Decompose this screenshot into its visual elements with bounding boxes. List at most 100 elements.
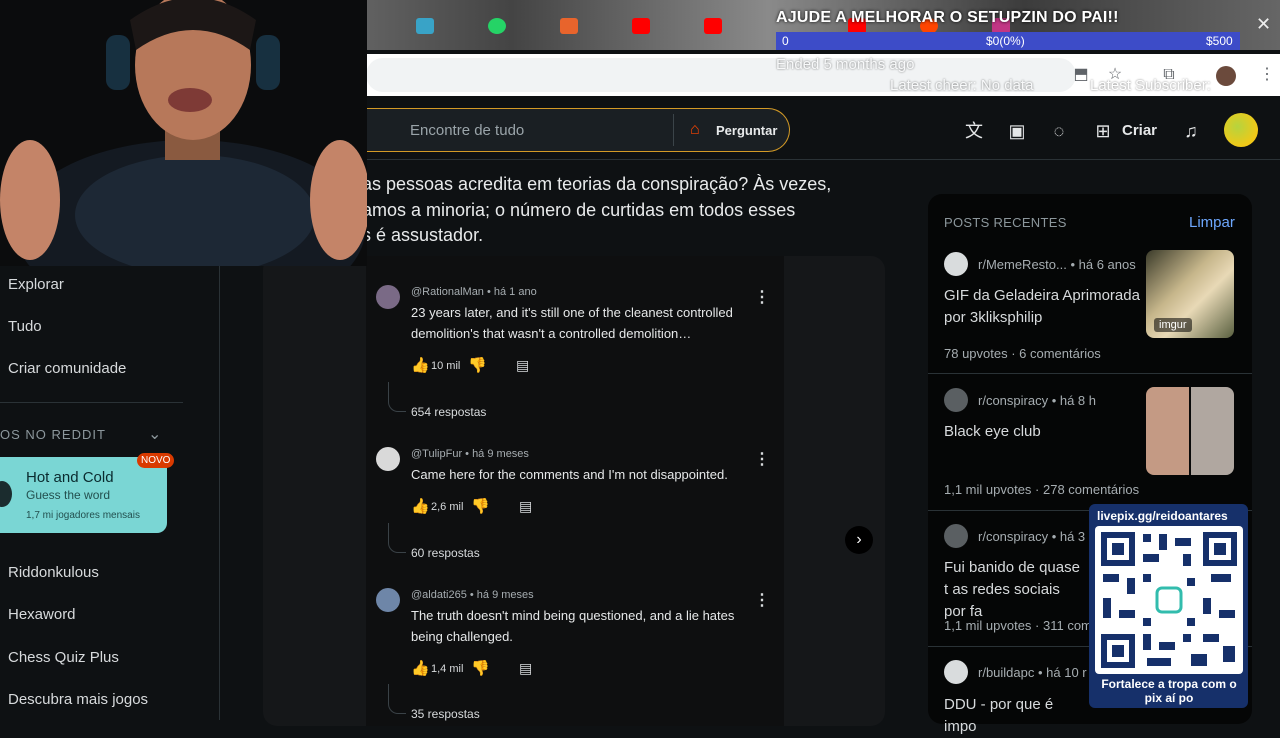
- comment-avatar: [376, 588, 400, 612]
- qr-code-graphic: [1101, 532, 1237, 668]
- comment-text: Came here for the comments and I'm not d…: [411, 467, 728, 482]
- whatsapp-icon[interactable]: [488, 18, 506, 34]
- ask-button[interactable]: Perguntar: [716, 123, 777, 138]
- thread-line: [388, 523, 406, 553]
- subreddit-avatar: [944, 660, 968, 684]
- youtube-icon[interactable]: [704, 18, 722, 34]
- featured-game-subtitle: Guess the word: [26, 488, 111, 502]
- thread-line: [388, 684, 406, 714]
- sidebar-item-tudo[interactable]: Tudo: [8, 318, 42, 335]
- recent-post-divider: [928, 373, 1252, 374]
- post-title-line: amos a minoria; o número de curtidas em …: [362, 199, 796, 220]
- next-slide-button[interactable]: ›: [845, 526, 873, 554]
- create-button[interactable]: Criar: [1122, 122, 1157, 139]
- featured-game-title: Hot and Cold: [26, 469, 114, 486]
- like-icon[interactable]: 👍: [411, 659, 430, 677]
- chevron-down-icon[interactable]: ⌄: [148, 424, 161, 444]
- latest-cheer-text: Latest cheer: No data: [890, 77, 1034, 94]
- comment-text: The truth doesn't mind being questioned,…: [411, 608, 735, 644]
- subreddit-avatar: [944, 388, 968, 412]
- recent-post-title[interactable]: DDU - por que é impo: [944, 694, 1084, 738]
- recent-post-title[interactable]: Black eye club: [944, 421, 1140, 443]
- games-section-title[interactable]: OS NO REDDIT: [0, 427, 106, 442]
- like-icon[interactable]: 👍: [411, 497, 430, 515]
- recent-post-thumbnail[interactable]: imgur: [1146, 250, 1234, 338]
- goal-progress-text: $0(0%): [986, 34, 1025, 48]
- search-placeholder: Encontre de tudo: [410, 122, 525, 139]
- recent-post-stats: 1,1 mil upvotes · 278 comentários: [944, 482, 1140, 497]
- replies-link[interactable]: 35 respostas: [411, 707, 480, 721]
- replies-link[interactable]: 654 respostas: [411, 405, 486, 419]
- goal-target: $500: [1206, 34, 1233, 48]
- sidebar-game-hexaword[interactable]: Hexaword: [8, 606, 76, 623]
- recent-post-subreddit[interactable]: r/conspiracy • há 3: [978, 529, 1085, 544]
- like-icon[interactable]: 👍: [411, 356, 430, 374]
- user-avatar[interactable]: [1224, 113, 1258, 147]
- recent-post-subreddit[interactable]: r/conspiracy • há 8 h: [978, 393, 1096, 408]
- ask-icon[interactable]: ⌂: [690, 121, 708, 139]
- comment-options-icon[interactable]: ⋮: [754, 590, 770, 610]
- comment-options-icon[interactable]: ⋮: [754, 449, 770, 469]
- sidebar-discover-games[interactable]: Descubra mais jogos: [8, 691, 148, 708]
- youtube-icon[interactable]: [632, 18, 650, 34]
- reply-icon[interactable]: ▤: [516, 357, 529, 374]
- dislike-icon[interactable]: 👎: [471, 497, 490, 515]
- reply-icon[interactable]: ▤: [519, 660, 532, 677]
- create-plus-icon[interactable]: ⊞: [1092, 120, 1114, 142]
- recent-post-stats: 78 upvotes · 6 comentários: [944, 346, 1101, 361]
- comment-text: 23 years later, and it's still one of th…: [411, 305, 733, 341]
- notifications-icon[interactable]: ♫: [1180, 120, 1202, 142]
- translate-icon[interactable]: 文: [963, 120, 985, 142]
- recent-post-stats: 1,1 mil upvotes · 311 com: [944, 618, 1092, 633]
- webcam-overlay: [0, 0, 367, 266]
- thread-line: [388, 382, 406, 412]
- chat-icon[interactable]: ◌: [1048, 120, 1070, 142]
- reply-icon[interactable]: ▤: [519, 498, 532, 515]
- profile-avatar[interactable]: [1216, 66, 1236, 86]
- goal-start: 0: [782, 34, 789, 48]
- sidebar-item-criar-comunidade[interactable]: Criar comunidade: [8, 360, 126, 377]
- goal-progress-bar: 0 $0(0%) $500: [776, 32, 1240, 50]
- post-title-line: as pessoas acredita em teorias da conspi…: [362, 174, 832, 194]
- featured-game-players: 1,7 mi jogadores mensais: [26, 510, 140, 521]
- comment-avatar: [376, 447, 400, 471]
- post-title-line: s é assustador.: [362, 225, 484, 245]
- recent-post-thumbnail[interactable]: [1146, 387, 1234, 475]
- sidebar-divider: [0, 402, 183, 403]
- pix-url: livepix.gg/reidoantares: [1097, 509, 1228, 523]
- overlay-title: AJUDE A MELHORAR O SETUPZIN DO PAI!!: [776, 9, 1119, 26]
- recent-post-subreddit[interactable]: r/buildapc • há 10 r: [978, 665, 1087, 680]
- subreddit-avatar: [944, 252, 968, 276]
- close-window-icon[interactable]: ✕: [1256, 14, 1271, 35]
- like-count: 2,6 mil: [431, 501, 464, 513]
- goal-ended-text: Ended 5 months ago: [776, 56, 915, 73]
- qr-code: [1095, 526, 1243, 674]
- replies-link[interactable]: 60 respostas: [411, 546, 480, 560]
- like-count: 1,4 mil: [431, 663, 464, 675]
- menu-icon[interactable]: ⋮: [1258, 66, 1276, 84]
- app-icon[interactable]: [416, 18, 434, 34]
- comment-avatar: [376, 285, 400, 309]
- like-count: 10 mil: [431, 360, 461, 372]
- clear-recent-button[interactable]: Limpar: [1189, 214, 1235, 231]
- advertise-icon[interactable]: ▣: [1006, 120, 1028, 142]
- comment-meta: @TulipFur • há 9 meses: [411, 448, 529, 460]
- sidebar-item-explorar[interactable]: Explorar: [8, 276, 64, 293]
- dislike-icon[interactable]: 👎: [471, 659, 490, 677]
- dislike-icon[interactable]: 👎: [468, 356, 487, 374]
- recent-post-title[interactable]: Fui banido de quase t as redes sociais p…: [944, 557, 1084, 623]
- comment-options-icon[interactable]: ⋮: [754, 287, 770, 307]
- sidebar-game-riddonkulous[interactable]: Riddonkulous: [8, 564, 99, 581]
- imgur-label: imgur: [1154, 318, 1192, 332]
- bookmark-icon[interactable]: [560, 18, 578, 34]
- recent-post-subreddit[interactable]: r/MemeResto... • há 6 anos: [978, 257, 1136, 272]
- new-badge: NOVO: [137, 453, 175, 468]
- sidebar-game-chess-quiz-plus[interactable]: Chess Quiz Plus: [8, 649, 119, 666]
- latest-subscriber-text: Latest Subscriber:: [1090, 77, 1211, 94]
- comment-meta: @RationalMan • há 1 ano: [411, 286, 537, 298]
- install-app-icon[interactable]: ⬒: [1072, 66, 1090, 84]
- recent-post-title[interactable]: GIF da Geladeira Aprimorada por 3kliksph…: [944, 285, 1140, 329]
- recent-posts-title: POSTS RECENTES: [944, 215, 1067, 230]
- subreddit-avatar: [944, 524, 968, 548]
- pix-caption: Fortalece a tropa com o pix aí po: [1101, 677, 1237, 705]
